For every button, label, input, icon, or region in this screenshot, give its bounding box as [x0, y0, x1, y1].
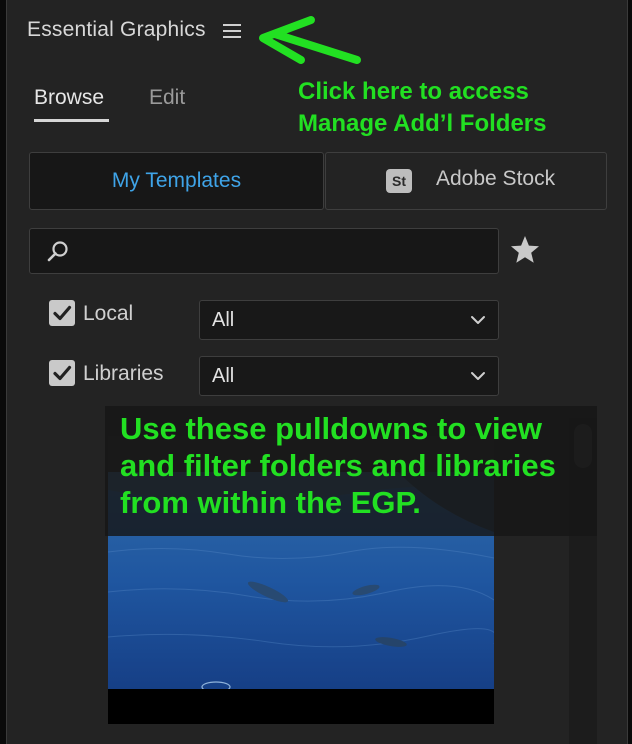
adobe-stock-button[interactable]: St Adobe Stock: [325, 152, 607, 210]
adobe-stock-icon: St: [386, 169, 412, 193]
libraries-dropdown[interactable]: All: [199, 356, 499, 396]
annotation-top-line-2: Manage Add’l Folders: [298, 110, 547, 137]
tab-browse[interactable]: Browse: [34, 86, 104, 110]
source-toggle: My Templates St Adobe Stock: [29, 152, 607, 210]
annotation-main-line-2: and filter folders and libraries: [120, 448, 556, 483]
my-templates-label: My Templates: [111, 169, 242, 192]
annotation-main: Use these pulldowns to view and filter f…: [120, 410, 590, 521]
adobe-stock-label: Adobe Stock: [436, 167, 556, 190]
panel-title: Essential Graphics: [27, 18, 206, 41]
checkmark-icon: [53, 305, 72, 321]
search-input[interactable]: [84, 237, 488, 267]
local-dropdown[interactable]: All: [199, 300, 499, 340]
local-label: Local: [83, 302, 134, 325]
annotation-main-line-1: Use these pulldowns to view: [120, 411, 543, 446]
search-field[interactable]: [29, 228, 499, 274]
arrow-annotation-icon: [245, 14, 365, 74]
annotation-main-line-3: from within the EGP.: [120, 485, 421, 520]
libraries-dropdown-value: All: [212, 365, 235, 387]
libraries-checkbox[interactable]: [49, 360, 75, 386]
chevron-down-icon: [471, 316, 485, 324]
annotation-top-line-1: Click here to access: [298, 78, 529, 105]
annotation-top: Click here to access Manage Add’l Folder…: [298, 76, 546, 140]
checkmark-icon: [53, 365, 72, 381]
active-tab-underline: [34, 119, 109, 122]
hamburger-menu-icon[interactable]: [223, 24, 241, 38]
local-dropdown-value: All: [212, 309, 235, 331]
chevron-down-icon: [471, 372, 485, 380]
star-icon[interactable]: [507, 232, 543, 268]
local-checkbox[interactable]: [49, 300, 75, 326]
libraries-label: Libraries: [83, 362, 164, 385]
tab-edit[interactable]: Edit: [149, 86, 185, 110]
my-templates-button[interactable]: My Templates: [29, 152, 324, 210]
search-icon: [46, 239, 70, 263]
